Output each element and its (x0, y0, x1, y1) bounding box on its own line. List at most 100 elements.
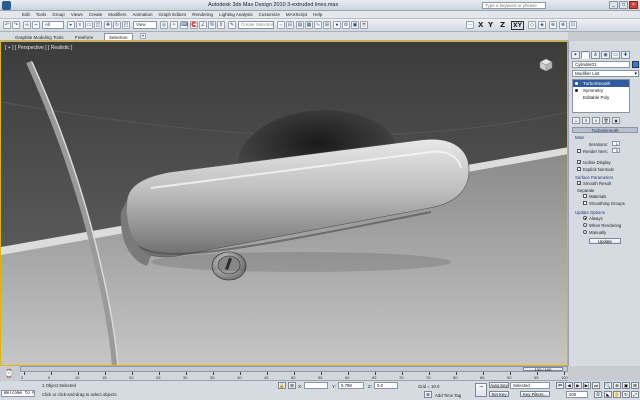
pivot-center-icon[interactable]: ◎ (160, 21, 168, 29)
render-setup-icon[interactable]: ⚙ (342, 21, 350, 29)
maximize-button[interactable]: □ (619, 1, 628, 9)
rotate-icon[interactable]: ↻ (113, 21, 121, 29)
stack-item-turbosmooth[interactable]: TurboSmooth (573, 80, 629, 87)
current-frame-field[interactable]: 100 (566, 391, 588, 398)
motion-tab-icon[interactable]: ◉ (601, 51, 610, 59)
graphite-toggle-icon[interactable]: ▦ (305, 21, 313, 29)
orbit-icon[interactable]: ↻ (622, 391, 630, 398)
zoom-all-icon[interactable]: ⊕ (613, 382, 621, 389)
unlink-icon[interactable]: ⌁ (32, 21, 40, 29)
keyboard-shortcut-icon[interactable]: ⌨ (180, 21, 188, 29)
when-rendering-radio[interactable] (583, 223, 587, 227)
zoom-extents-icon[interactable]: ▣ (622, 382, 630, 389)
x-coordinate-field[interactable] (304, 382, 328, 389)
bulb-icon[interactable] (575, 82, 578, 85)
undo-icon[interactable]: ↶ (3, 21, 11, 29)
scale-icon[interactable]: ◰ (122, 21, 130, 29)
menu-create[interactable]: Create (89, 12, 103, 17)
move-icon[interactable]: ✥ (104, 21, 112, 29)
select-by-name-icon[interactable]: ≡ (76, 21, 84, 29)
manually-radio[interactable] (583, 230, 587, 234)
tab-graphite-modeling-tools[interactable]: Graphite Modeling Tools (10, 33, 68, 40)
align-icon[interactable]: ⊟ (286, 21, 294, 29)
object-color-swatch[interactable] (632, 61, 639, 68)
reference-coordinate-dropdown[interactable]: View (133, 21, 157, 29)
object-name-field[interactable]: Cylinder01 (572, 61, 630, 68)
render-iters-spinner[interactable]: 0 (612, 148, 620, 153)
menu-modifiers[interactable]: Modifiers (108, 12, 126, 17)
render-icon[interactable]: ☕ (360, 21, 368, 29)
spinner-snap-icon[interactable]: ⇕ (217, 21, 225, 29)
always-radio[interactable] (583, 216, 587, 220)
configure-sets-icon[interactable]: ▣ (612, 117, 620, 124)
next-frame-icon[interactable]: ▶| (583, 382, 591, 389)
selection-region-icon[interactable]: ▭ (85, 21, 93, 29)
maximize-viewport-icon[interactable]: ⤢ (631, 391, 639, 398)
show-end-result-icon[interactable]: Ⅱ (582, 117, 590, 124)
curve-editor-icon[interactable]: ∿ (314, 21, 322, 29)
stack-item-symmetry[interactable]: Symmetry (573, 87, 629, 94)
smoothing-groups-checkbox[interactable] (583, 201, 587, 205)
menu-graph-editors[interactable]: Graph Editors (159, 12, 187, 17)
time-slider-knob[interactable]: 100 / 100 (523, 367, 563, 372)
menu-edit[interactable]: Edit (22, 12, 30, 17)
materials-checkbox[interactable] (583, 194, 587, 198)
ribbon-minimize-icon[interactable]: ▾ (140, 33, 146, 39)
layer-manager-icon[interactable]: ▤ (296, 21, 304, 29)
pan-icon[interactable]: ✋ (613, 391, 621, 398)
z-coordinate-field[interactable]: 0.0 (374, 382, 398, 389)
perspective-viewport[interactable]: [ + ] [ Perspective ] [ Realistic ] (0, 41, 568, 366)
remove-modifier-icon[interactable]: 🗑 (602, 117, 610, 124)
manip-icon-3[interactable]: ⊕ (549, 21, 557, 29)
manip-icon-5[interactable]: ⊡ (569, 21, 577, 29)
render-iters-checkbox[interactable] (577, 149, 581, 153)
select-object-icon[interactable]: ▸ (67, 21, 75, 29)
mini-curve-editor-icon[interactable]: ⌚ (3, 368, 15, 379)
axis-x-button[interactable]: X (478, 21, 483, 29)
menu-customize[interactable]: Customize (259, 12, 280, 17)
menu-tools[interactable]: Tools (36, 12, 47, 17)
pin-stack-icon[interactable]: ⊥ (572, 117, 580, 124)
named-selection-field[interactable]: Create Selection Se (238, 21, 274, 29)
create-tab-icon[interactable]: ✦ (571, 51, 580, 59)
key-mode-icon[interactable]: ⊸ (475, 383, 487, 397)
viewport-label[interactable]: [ + ] [ Perspective ] [ Realistic ] (5, 45, 72, 51)
manip-icon-2[interactable]: ◈ (538, 21, 546, 29)
rendered-frame-icon[interactable]: ▣ (351, 21, 359, 29)
modifier-list-dropdown[interactable]: Modifier List (572, 70, 639, 77)
lock-selection-icon[interactable]: 🔒 (278, 382, 286, 389)
utilities-tab-icon[interactable]: ✚ (621, 51, 630, 59)
menu-views[interactable]: Views (71, 12, 83, 17)
smooth-result-checkbox[interactable]: ✓ (577, 181, 581, 186)
display-tab-icon[interactable]: ▭ (611, 51, 620, 59)
explicit-normals-checkbox[interactable] (577, 167, 581, 171)
isoline-display-checkbox[interactable]: ✓ (577, 160, 581, 165)
hierarchy-tab-icon[interactable]: ⋔ (591, 51, 600, 59)
manip-icon-1[interactable]: ◇ (528, 21, 536, 29)
select-manipulate-icon[interactable]: ✧ (170, 21, 178, 29)
zoom-extents-all-icon[interactable]: ⊞ (631, 382, 639, 389)
update-button[interactable]: Update (589, 238, 621, 244)
make-unique-icon[interactable]: ∨ (592, 117, 600, 124)
maxscript-listener[interactable]: Welcome to M (1, 390, 35, 397)
zoom-icon[interactable]: 🔍 (604, 382, 612, 389)
add-time-tag-button[interactable]: Add Time Tag (435, 393, 461, 398)
play-icon[interactable]: ▶ (574, 382, 582, 389)
angle-snap-icon[interactable]: ∠ (199, 21, 207, 29)
field-of-view-icon[interactable]: ◣ (604, 391, 612, 398)
stack-item-editable-poly[interactable]: Editable Poly (573, 94, 629, 101)
schematic-view-icon[interactable]: ⊞ (323, 21, 331, 29)
previous-frame-icon[interactable]: ◀ (565, 382, 573, 389)
menu-help[interactable]: Help (313, 12, 322, 17)
auto-key-button[interactable]: Auto Key (489, 382, 509, 388)
menu-rendering[interactable]: Rendering (192, 12, 213, 17)
menu-group[interactable]: Group (52, 12, 65, 17)
tab-selection[interactable]: Selection (104, 33, 133, 40)
mirror-icon[interactable]: ⇔ (277, 21, 285, 29)
tab-freeform[interactable]: Freeform (70, 33, 98, 40)
minimize-button[interactable]: _ (609, 1, 618, 9)
viewcube-icon[interactable] (539, 58, 553, 72)
key-filters-button[interactable]: Key Filters... (520, 391, 550, 397)
go-to-end-icon[interactable]: ⏭ (592, 382, 600, 389)
window-crossing-icon[interactable]: ◫ (94, 21, 102, 29)
